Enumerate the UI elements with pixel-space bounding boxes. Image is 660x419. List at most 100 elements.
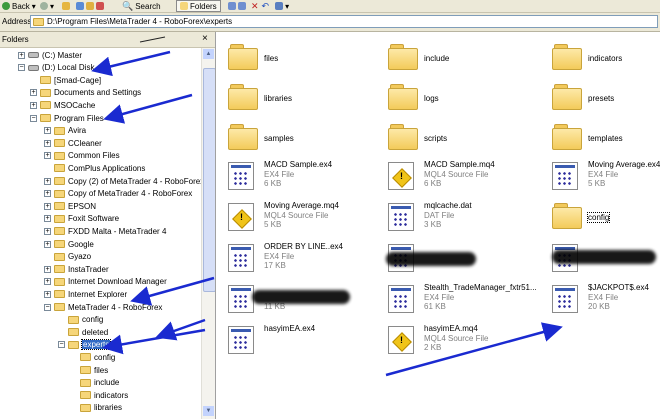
close-icon[interactable]: × — [202, 33, 208, 45]
tree-item[interactable]: config — [70, 351, 115, 363]
tree-item[interactable]: − experts — [58, 339, 112, 351]
expand-icon[interactable]: + — [44, 227, 51, 235]
folder-item[interactable]: indicators — [552, 42, 660, 76]
folder-item[interactable]: logs — [388, 82, 528, 116]
forward-button[interactable]: ▾ — [40, 0, 54, 12]
expand-icon[interactable]: + — [44, 177, 51, 185]
tree-item[interactable]: + Documents and Settings — [30, 87, 141, 99]
file-item[interactable]: hasyimEA.ex4 — [228, 324, 388, 358]
collapse-icon[interactable]: − — [30, 114, 37, 122]
expand-icon[interactable]: + — [44, 127, 51, 135]
expand-icon[interactable]: + — [44, 152, 51, 160]
tree-item[interactable]: + Copy (2) of MetaTrader 4 - RoboForex — [44, 175, 204, 187]
tree-item[interactable]: + FXDD Malta - MetaTrader 4 — [44, 225, 166, 237]
file-item[interactable]: ! MACD Sample.mq4 MQL4 Source File 6 KB — [388, 160, 548, 194]
expand-icon[interactable]: + — [44, 240, 51, 248]
folders-button[interactable]: Folders — [176, 0, 221, 12]
chevron-down-icon[interactable]: ▾ — [285, 2, 289, 11]
collapse-icon[interactable]: − — [44, 303, 51, 311]
folder-item[interactable]: libraries — [228, 82, 368, 116]
file-item[interactable]: ORDER BY LINE..ex4 EX4 File 17 KB — [228, 242, 388, 276]
folder-icon — [228, 44, 258, 70]
tree-item[interactable]: + Avira — [44, 125, 86, 137]
tree-item[interactable]: config — [58, 314, 103, 326]
tree-item[interactable]: + MSOCache — [30, 99, 95, 111]
file-item[interactable]: MACD Sample.ex4 EX4 File 6 KB — [228, 160, 388, 194]
expand-icon[interactable]: + — [44, 190, 51, 198]
tree-item[interactable]: + (C:) Master — [18, 49, 82, 61]
folder-item[interactable]: templates — [552, 122, 660, 156]
expand-icon[interactable]: + — [18, 51, 25, 59]
folder-item[interactable]: scripts — [388, 122, 528, 156]
tree-item[interactable]: + Internet Download Manager — [44, 276, 167, 288]
tree-item[interactable]: − (D:) Local Disk — [18, 62, 94, 74]
file-item[interactable]: ! Moving Average.mq4 MQL4 Source File 5 KB — [228, 201, 388, 235]
tree-item[interactable]: + CCleaner — [44, 137, 102, 149]
tree-item[interactable]: Gyazo — [44, 251, 91, 263]
folder-item[interactable]: files — [228, 42, 368, 76]
file-item[interactable]: $JACKPOT$.ex4 EX4 File 20 KB — [552, 283, 660, 317]
tree-item[interactable]: libraries — [70, 402, 122, 414]
copy-icon[interactable] — [76, 2, 84, 10]
tree-item[interactable]: + Google — [44, 238, 94, 250]
expand-icon[interactable]: + — [44, 202, 51, 210]
scroll-down-icon[interactable]: ▼ — [203, 406, 214, 416]
expand-icon[interactable]: + — [30, 101, 37, 109]
folder-name: templates — [588, 134, 623, 143]
folder-item[interactable]: config — [552, 201, 660, 235]
address-input[interactable]: D:\Program Files\MetaTrader 4 - RoboFore… — [30, 15, 658, 28]
shield-icon[interactable] — [96, 2, 104, 10]
tree-item[interactable]: include — [70, 377, 119, 389]
folder-item[interactable]: presets — [552, 82, 660, 116]
undo-icon[interactable]: ↶ — [262, 1, 270, 12]
search-button[interactable]: 🔍 Search — [122, 0, 161, 12]
folder-name: presets — [588, 94, 615, 103]
back-button[interactable]: Back ▾ — [2, 0, 36, 12]
up-folder-button[interactable] — [62, 0, 72, 12]
tree-item[interactable]: + EPSON — [44, 200, 96, 212]
file-type: DAT File — [424, 211, 455, 220]
tree-item[interactable]: [Smad-Cage] — [30, 74, 101, 86]
file-item[interactable]: Stealth_TradeManager_fxtr51... EX4 File 61… — [388, 283, 548, 317]
move-to-icon[interactable] — [228, 2, 236, 10]
scrollbar-thumb[interactable] — [203, 68, 215, 292]
folder-icon — [68, 328, 79, 337]
file-item[interactable]: Moving Average.ex4 EX4 File 5 KB — [552, 160, 660, 194]
file-size: 3 KB — [424, 220, 442, 229]
file-name: ORDER BY LINE..ex4 — [264, 242, 343, 251]
folders-pane-title: Folders — [2, 35, 29, 44]
tree-item[interactable]: deleted — [58, 326, 108, 338]
views-icon[interactable] — [275, 2, 284, 10]
tree-item[interactable]: − MetaTrader 4 - RoboForex — [44, 301, 162, 313]
tree-item-label: ComPlus Applications — [68, 163, 146, 173]
folder-item[interactable]: include — [388, 42, 528, 76]
tree-item[interactable]: + InstaTrader — [44, 263, 109, 275]
tree-item[interactable]: + Common Files — [44, 150, 120, 162]
folder-item[interactable]: samples — [228, 122, 368, 156]
expand-icon[interactable]: + — [44, 215, 51, 223]
expand-icon[interactable]: + — [44, 290, 51, 298]
expand-icon[interactable]: + — [30, 89, 37, 97]
tree-item[interactable]: indicators — [70, 389, 128, 401]
tree-item[interactable]: ComPlus Applications — [44, 162, 145, 174]
expand-icon[interactable]: + — [44, 139, 51, 147]
folder-sync-icon[interactable] — [86, 2, 94, 10]
expand-icon[interactable]: + — [44, 278, 51, 286]
tree-item[interactable]: files — [70, 364, 108, 376]
file-item[interactable]: mqlcache.dat DAT File 3 KB — [388, 201, 548, 235]
tree-item[interactable]: + Internet Explorer — [44, 288, 127, 300]
tree-scrollbar[interactable]: ▲ ▼ — [201, 48, 215, 419]
tree-item[interactable]: + Foxit Software — [44, 213, 119, 225]
collapse-icon[interactable]: − — [18, 64, 25, 72]
expand-icon[interactable]: + — [44, 265, 51, 273]
address-value: D:\Program Files\MetaTrader 4 - RoboFore… — [47, 17, 233, 26]
tree-item[interactable]: − Program Files — [30, 112, 104, 124]
folder-name: logs — [424, 94, 439, 103]
delete-icon[interactable]: ✕ — [251, 1, 259, 12]
copy-to-icon[interactable] — [238, 2, 246, 10]
collapse-icon[interactable]: − — [58, 341, 65, 349]
file-item[interactable]: ! hasyimEA.mq4 MQL4 Source File 2 KB — [388, 324, 548, 358]
folder-icon — [80, 366, 91, 374]
tree-item[interactable]: + Copy of MetaTrader 4 - RoboForex — [44, 188, 192, 200]
scroll-up-icon[interactable]: ▲ — [203, 49, 214, 59]
